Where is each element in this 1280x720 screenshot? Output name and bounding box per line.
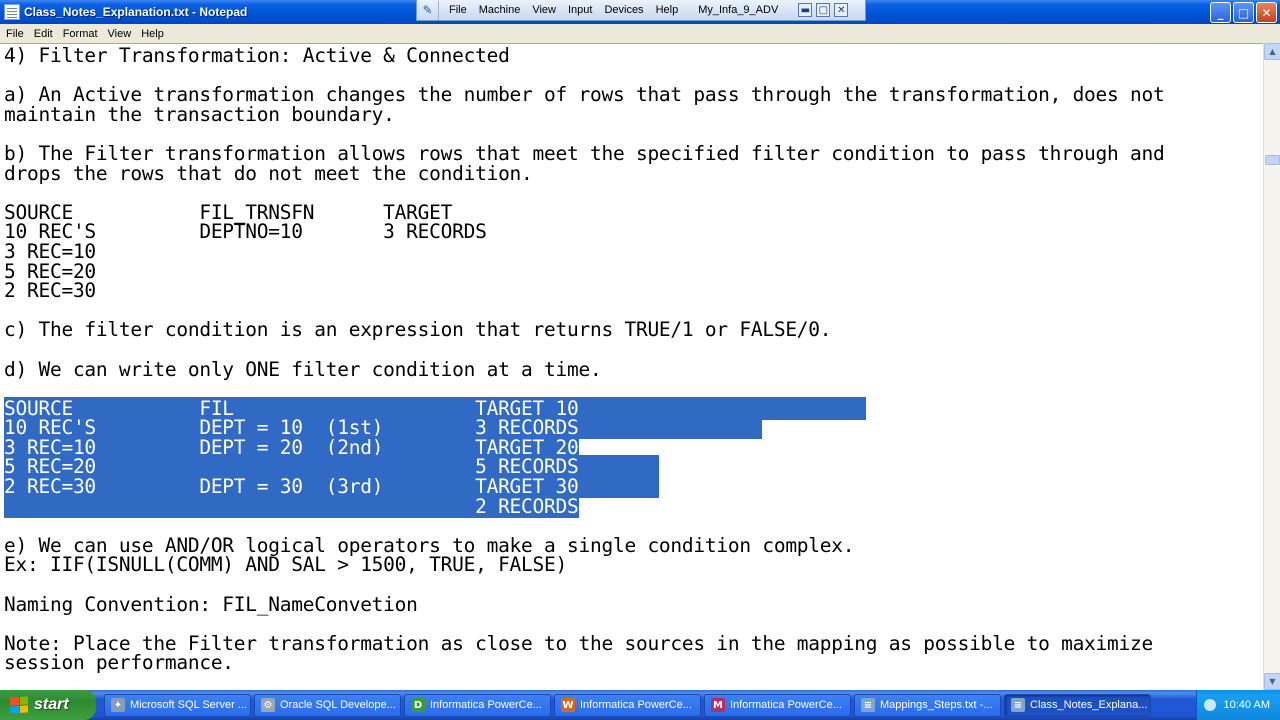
vm-minimize-icon[interactable]: ▬ xyxy=(798,3,813,17)
menu-view[interactable]: View xyxy=(103,28,137,40)
taskbar-item[interactable]: ≡ Mappings_Steps.txt -... xyxy=(854,693,1001,717)
vm-menu-help[interactable]: Help xyxy=(650,4,685,16)
menu-bar: File Edit Format View Help xyxy=(0,24,1280,43)
text-line: session performance. xyxy=(4,651,234,675)
vm-menu-machine[interactable]: Machine xyxy=(473,4,527,16)
notepad-icon: ≡ xyxy=(861,698,875,712)
vm-menu-file[interactable]: File xyxy=(439,4,473,16)
text-line: drops the rows that do not meet the cond… xyxy=(4,161,533,185)
menu-file[interactable]: File xyxy=(0,28,29,40)
text-line: d) We can write only ONE filter conditio… xyxy=(4,357,602,381)
vm-restore-icon[interactable]: ▢ xyxy=(816,3,831,17)
vm-controls: ▬ ▢ ✕ xyxy=(798,3,849,17)
window-title: Class_Notes_Explanation.txt - Notepad xyxy=(24,5,248,19)
taskbar-item-label: Microsoft SQL Server ... xyxy=(130,699,247,711)
minimize-button[interactable]: _ xyxy=(1210,2,1231,23)
task-list: ✦ Microsoft SQL Server ... ⚙ Oracle SQL Dev… xyxy=(104,693,1151,717)
oracle-sql-developer-icon: ⚙ xyxy=(261,698,275,712)
vertical-scrollbar[interactable]: ▲ ▼ xyxy=(1263,43,1280,690)
maximize-button[interactable]: □ xyxy=(1233,2,1254,23)
editor-content[interactable]: 4) Filter Transformation: Active & Conne… xyxy=(0,44,1263,673)
sql-server-icon: ✦ xyxy=(111,698,125,712)
clock: 10:40 AM xyxy=(1223,699,1270,711)
taskbar-item[interactable]: ≡ Class_Notes_Explana... xyxy=(1004,693,1151,717)
system-tray: 10:40 AM xyxy=(1196,690,1280,720)
pin-icon[interactable]: ✎ xyxy=(417,0,439,20)
informatica-monitor-icon: M xyxy=(711,698,725,712)
taskbar: start ✦ Microsoft SQL Server ... ⚙ Oracle S… xyxy=(0,690,1280,720)
taskbar-item[interactable]: D Informatica PowerCe... xyxy=(404,693,551,717)
vm-close-icon[interactable]: ✕ xyxy=(834,3,849,17)
text-line: Ex: IIF(ISNULL(COMM) AND SAL > 1500, TRU… xyxy=(4,553,568,577)
selected-text-line: 2 RECORDS xyxy=(4,494,579,518)
scroll-up-icon[interactable]: ▲ xyxy=(1264,43,1280,60)
text-line: 4) Filter Transformation: Active & Conne… xyxy=(4,44,510,67)
text-editor[interactable]: 4) Filter Transformation: Active & Conne… xyxy=(0,43,1263,690)
text-line: c) The filter condition is an expression… xyxy=(4,318,832,342)
taskbar-item[interactable]: ⚙ Oracle SQL Develope... xyxy=(254,693,401,717)
scroll-thumb[interactable] xyxy=(1265,155,1280,165)
vm-menu-input[interactable]: Input xyxy=(562,4,598,16)
taskbar-item[interactable]: W Informatica PowerCe... xyxy=(554,693,701,717)
vm-toolbar: ✎ File Machine View Input Devices Help M… xyxy=(416,0,866,21)
informatica-workflow-icon: W xyxy=(561,698,575,712)
notepad-icon xyxy=(4,4,20,20)
scroll-down-icon[interactable]: ▼ xyxy=(1264,673,1280,690)
menu-format[interactable]: Format xyxy=(58,28,103,40)
taskbar-item-label: Informatica PowerCe... xyxy=(580,699,692,711)
windows-logo-icon xyxy=(10,696,28,714)
taskbar-item-label: Informatica PowerCe... xyxy=(730,699,842,711)
text-line: Naming Convention: FIL_NameConvetion xyxy=(4,592,418,616)
vm-menu-view[interactable]: View xyxy=(526,4,562,16)
window-controls: _ □ ✕ xyxy=(1210,2,1277,23)
taskbar-item[interactable]: M Informatica PowerCe... xyxy=(704,693,851,717)
start-button[interactable]: start xyxy=(0,690,96,720)
text-line: 2 REC=30 xyxy=(4,279,96,303)
notepad-icon: ≡ xyxy=(1011,698,1025,712)
close-button[interactable]: ✕ xyxy=(1256,2,1277,23)
taskbar-item-label: Class_Notes_Explana... xyxy=(1030,699,1148,711)
menu-help[interactable]: Help xyxy=(136,28,169,40)
informatica-designer-icon: D xyxy=(411,698,425,712)
tray-icon[interactable] xyxy=(1203,699,1216,711)
menu-edit[interactable]: Edit xyxy=(29,28,58,40)
taskbar-item-label: Oracle SQL Develope... xyxy=(280,699,396,711)
taskbar-item-label: Mappings_Steps.txt -... xyxy=(880,699,993,711)
start-label: start xyxy=(34,696,69,713)
text-line: maintain the transaction boundary. xyxy=(4,102,395,126)
vm-name: My_Infa_9_ADV xyxy=(698,4,779,16)
taskbar-item-label: Informatica PowerCe... xyxy=(430,699,542,711)
taskbar-item[interactable]: ✦ Microsoft SQL Server ... xyxy=(104,693,251,717)
vm-menu-devices[interactable]: Devices xyxy=(598,4,649,16)
